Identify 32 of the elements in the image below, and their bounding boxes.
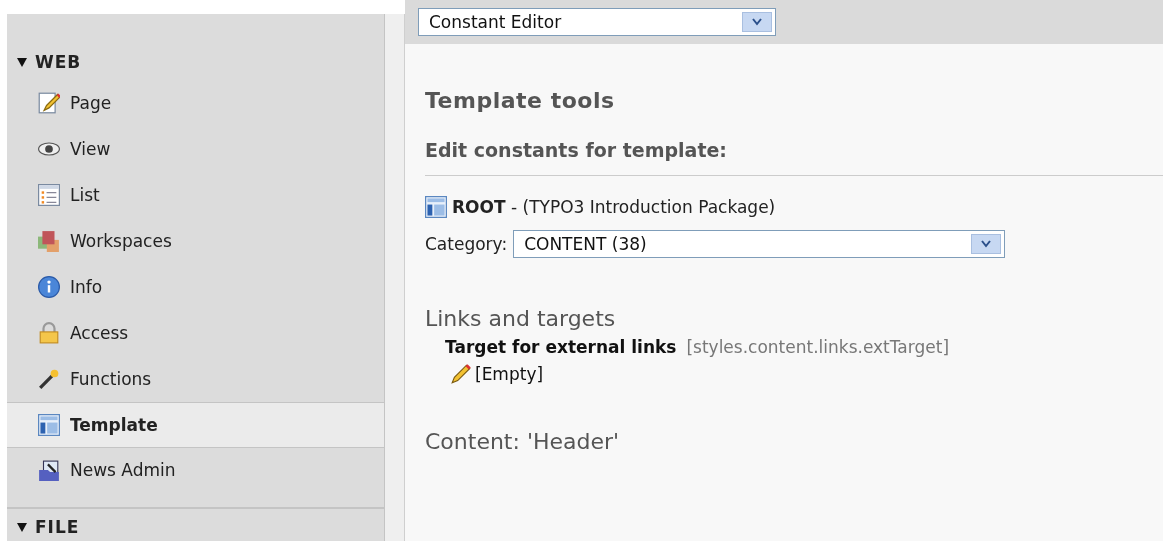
constant-label: Target for external links [445, 337, 677, 357]
constant-value: [Empty] [475, 364, 544, 384]
category-heading: Content: 'Header' [425, 429, 621, 454]
category-heading: Links and targets [425, 306, 617, 331]
list-icon [38, 184, 60, 206]
constant-key: [styles.content.links.extTarget] [686, 337, 949, 357]
padlock-icon [38, 322, 60, 344]
module-menu-item[interactable]: List [7, 172, 384, 218]
category-select[interactable]: CONTENT (38) [513, 230, 1006, 258]
folder-icon [38, 460, 60, 482]
module-menu-item[interactable]: Access [7, 310, 384, 356]
template-icon [38, 414, 60, 436]
function-select[interactable]: Constant Editor [418, 8, 776, 36]
module-menu-item[interactable]: View [7, 126, 384, 172]
module-menu-item[interactable]: News Admin [7, 448, 384, 508]
squares-icon [38, 230, 60, 252]
section-heading: Edit constants for template: [425, 139, 1163, 176]
page-title: Template tools [425, 88, 616, 113]
info-icon [38, 276, 60, 298]
page-edit-icon [38, 92, 60, 114]
module-menu-item[interactable]: Page [7, 80, 384, 126]
pencil-icon[interactable] [450, 363, 472, 385]
category-label: Category: [425, 234, 508, 254]
template-icon [425, 196, 447, 218]
magic-wand-icon [38, 368, 60, 390]
module-menu-item[interactable]: Functions [7, 356, 384, 402]
module-menu-item[interactable]: Workspaces [7, 218, 384, 264]
template-name: ROOT - (TYPO3 Introduction Package) [452, 197, 776, 217]
module-menu-item[interactable]: Template [7, 402, 384, 448]
module-menu-item[interactable]: Info [7, 264, 384, 310]
module-group-header[interactable]: FILE [7, 508, 384, 541]
module-group-header[interactable]: WEB [7, 44, 384, 80]
